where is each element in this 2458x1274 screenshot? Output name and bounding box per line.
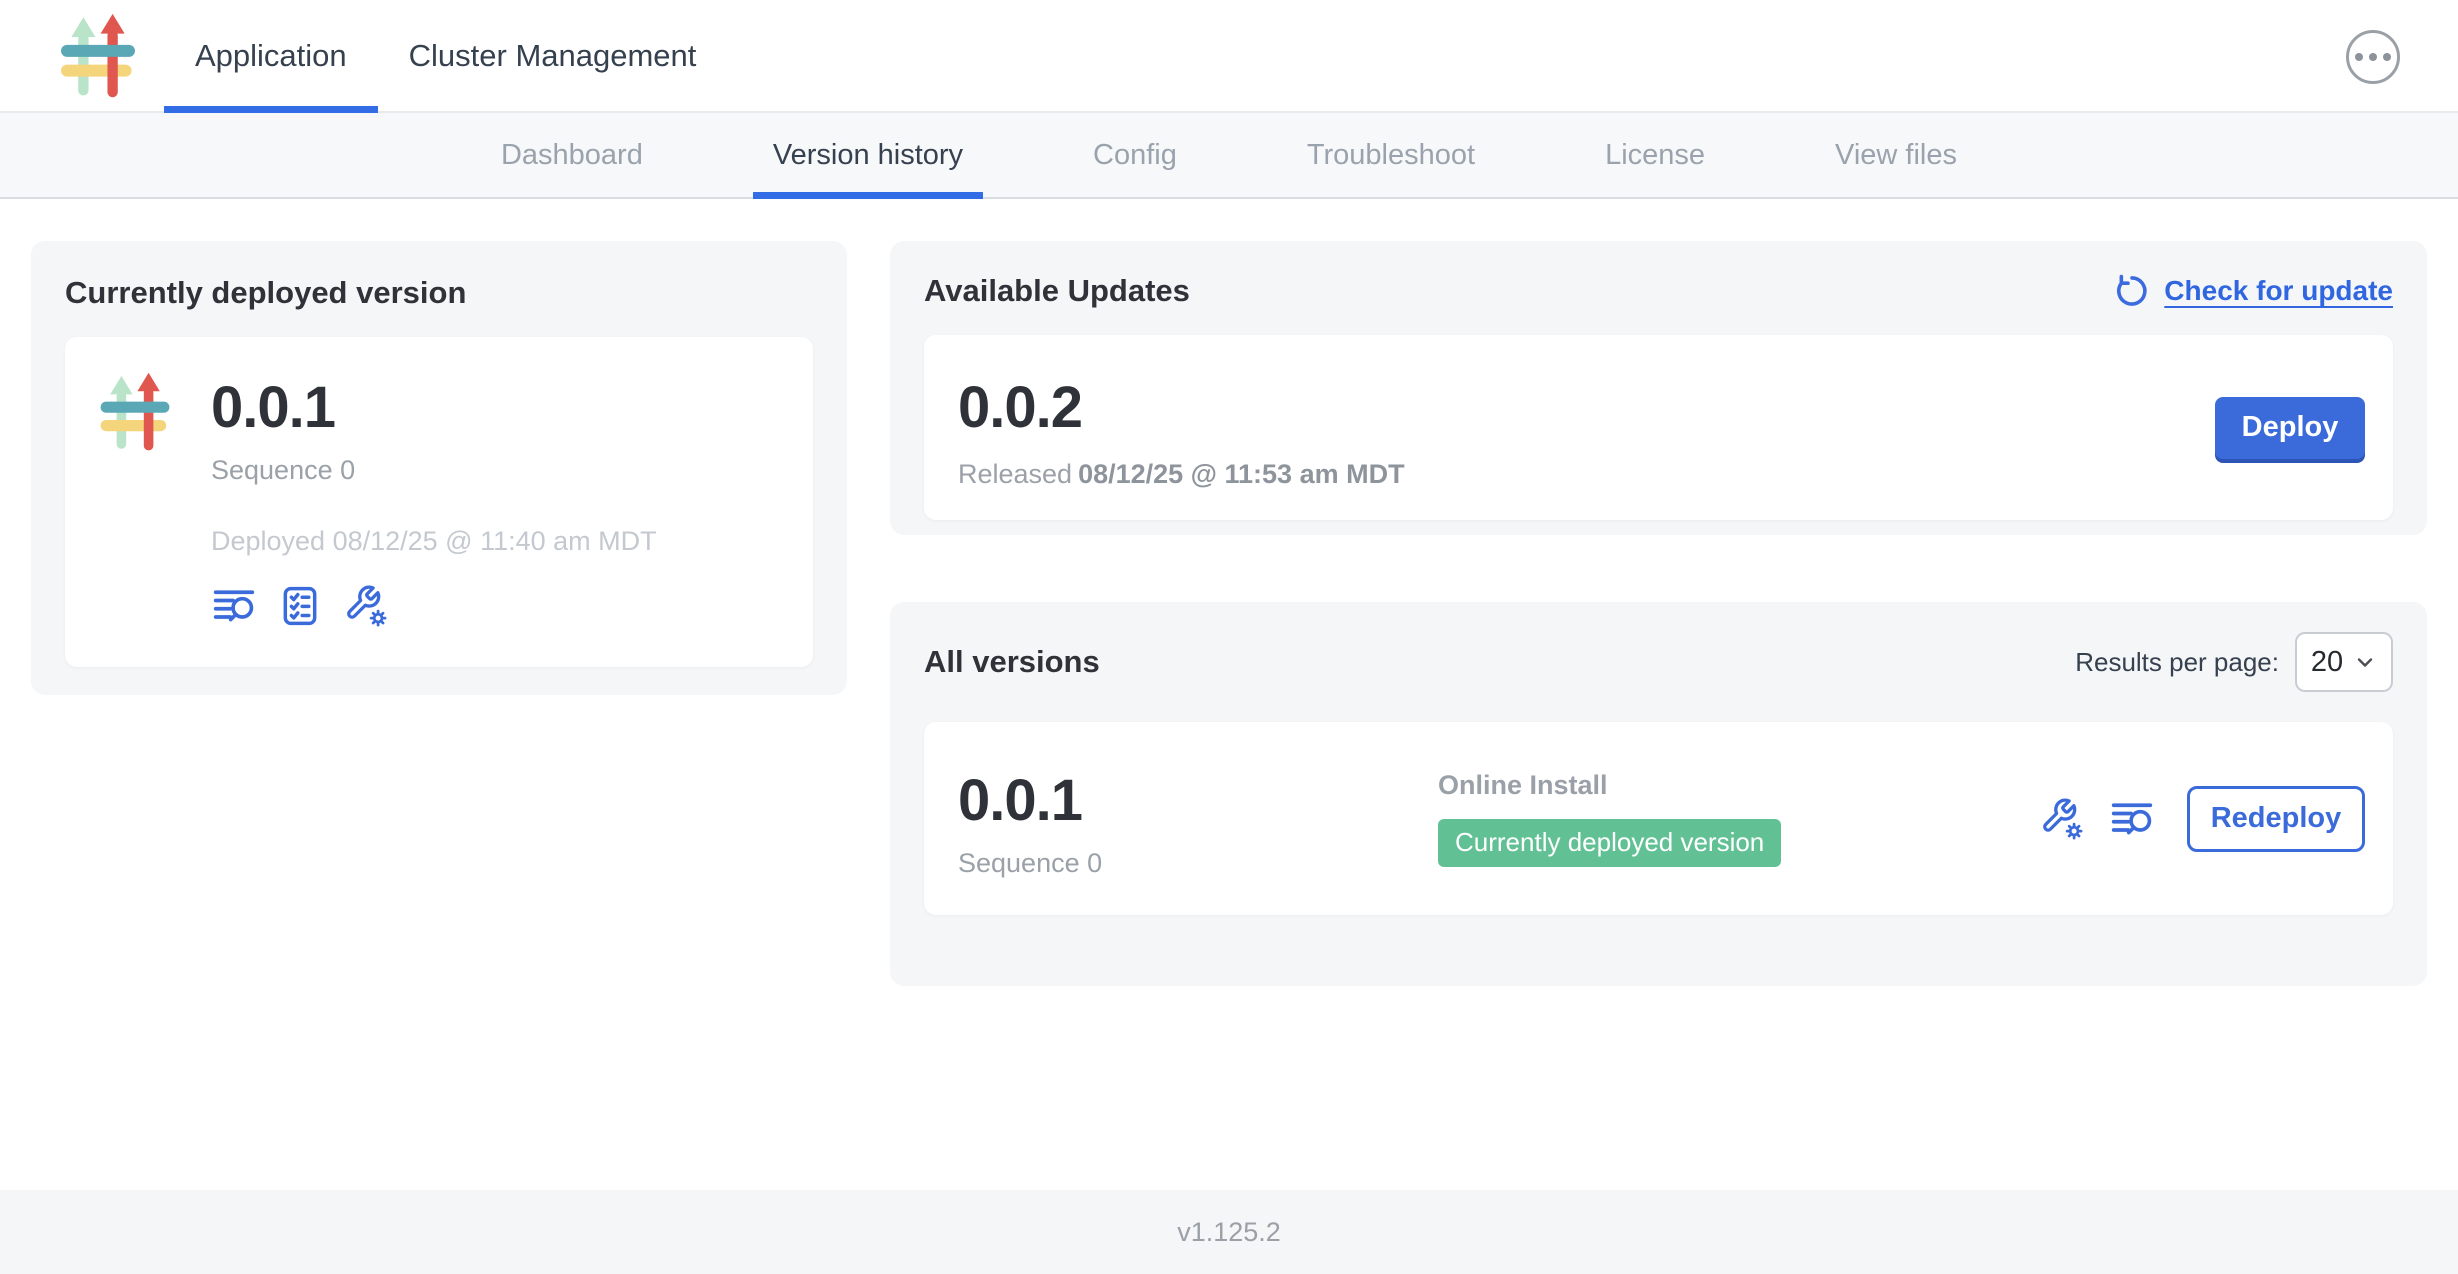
all-versions-panel: All versions Results per page: 20 0.0.1 … (890, 602, 2427, 986)
chevron-down-icon (2353, 650, 2377, 674)
ellipsis-icon (2355, 53, 2363, 61)
app-sub-nav: Dashboard Version history Config Trouble… (0, 113, 2458, 199)
deployed-panel-title: Currently deployed version (65, 275, 813, 311)
tab-cluster-management[interactable]: Cluster Management (378, 0, 728, 111)
deploy-button[interactable]: Deploy (2215, 397, 2365, 459)
more-menu-button[interactable] (2346, 30, 2400, 84)
results-per-page-select[interactable]: 20 (2295, 632, 2393, 692)
tab-cluster-management-label: Cluster Management (409, 38, 697, 74)
update-card: 0.0.2 Released08/12/25 @ 11:53 am MDT De… (924, 335, 2393, 520)
release-notes-button[interactable] (211, 583, 257, 629)
row-edit-config-button[interactable] (2039, 796, 2085, 842)
row-sequence-label: Sequence 0 (958, 848, 1438, 879)
all-versions-title: All versions (924, 644, 1100, 680)
console-version: v1.125.2 (1177, 1217, 1281, 1248)
tab-application-label: Application (195, 38, 347, 74)
currently-deployed-badge: Currently deployed version (1438, 819, 1781, 866)
tab-dashboard[interactable]: Dashboard (481, 113, 663, 197)
lines-magnifier-icon (212, 584, 256, 628)
preflight-checks-button[interactable] (277, 583, 323, 629)
edit-config-button[interactable] (343, 583, 389, 629)
deployed-version-number: 0.0.1 (211, 379, 657, 437)
tab-application[interactable]: Application (164, 0, 378, 111)
tab-troubleshoot[interactable]: Troubleshoot (1287, 113, 1495, 197)
wrench-gear-icon (2040, 797, 2084, 841)
install-type-label: Online Install (1438, 770, 1608, 801)
version-row: 0.0.1 Sequence 0 Online Install Currentl… (924, 722, 2393, 915)
version-history-page: Currently deployed version 0.0.1 Sequenc… (0, 199, 2458, 1190)
app-logo-icon-small (99, 367, 171, 457)
refresh-ccw-icon (2114, 273, 2150, 309)
deployed-timestamp: Deployed 08/12/25 @ 11:40 am MDT (211, 526, 657, 557)
console-footer: v1.125.2 (0, 1190, 2458, 1274)
active-tab-underline (164, 106, 378, 113)
tab-view-files[interactable]: View files (1815, 113, 1977, 197)
row-release-notes-button[interactable] (2109, 796, 2155, 842)
available-updates-title: Available Updates (924, 273, 1190, 309)
results-per-page-label: Results per page: (2075, 647, 2279, 678)
lines-magnifier-icon (2110, 797, 2154, 841)
active-subtab-underline (753, 192, 983, 199)
row-version-number: 0.0.1 (958, 772, 1438, 830)
results-per-page-value: 20 (2311, 646, 2343, 679)
update-version-number: 0.0.2 (958, 379, 1405, 437)
redeploy-button[interactable]: Redeploy (2187, 786, 2365, 852)
available-updates-panel: Available Updates Check for update 0.0.2… (890, 241, 2427, 535)
check-for-update-link[interactable]: Check for update (2114, 273, 2393, 309)
checklist-icon (278, 584, 322, 628)
app-logo-icon (58, 13, 138, 99)
admin-console: Application Cluster Management Dashboard… (0, 0, 2458, 1274)
deployed-version-card: 0.0.1 Sequence 0 Deployed 08/12/25 @ 11:… (65, 337, 813, 667)
currently-deployed-panel: Currently deployed version 0.0.1 Sequenc… (31, 241, 847, 695)
wrench-gear-icon (344, 584, 388, 628)
update-released-timestamp: Released08/12/25 @ 11:53 am MDT (958, 459, 1405, 490)
tab-config[interactable]: Config (1073, 113, 1197, 197)
released-date: 08/12/25 @ 11:53 am MDT (1078, 459, 1405, 489)
tab-license[interactable]: License (1585, 113, 1725, 197)
top-nav: Application Cluster Management (0, 0, 2458, 113)
tab-version-history[interactable]: Version history (753, 113, 983, 197)
deployed-sequence-label: Sequence 0 (211, 455, 657, 486)
